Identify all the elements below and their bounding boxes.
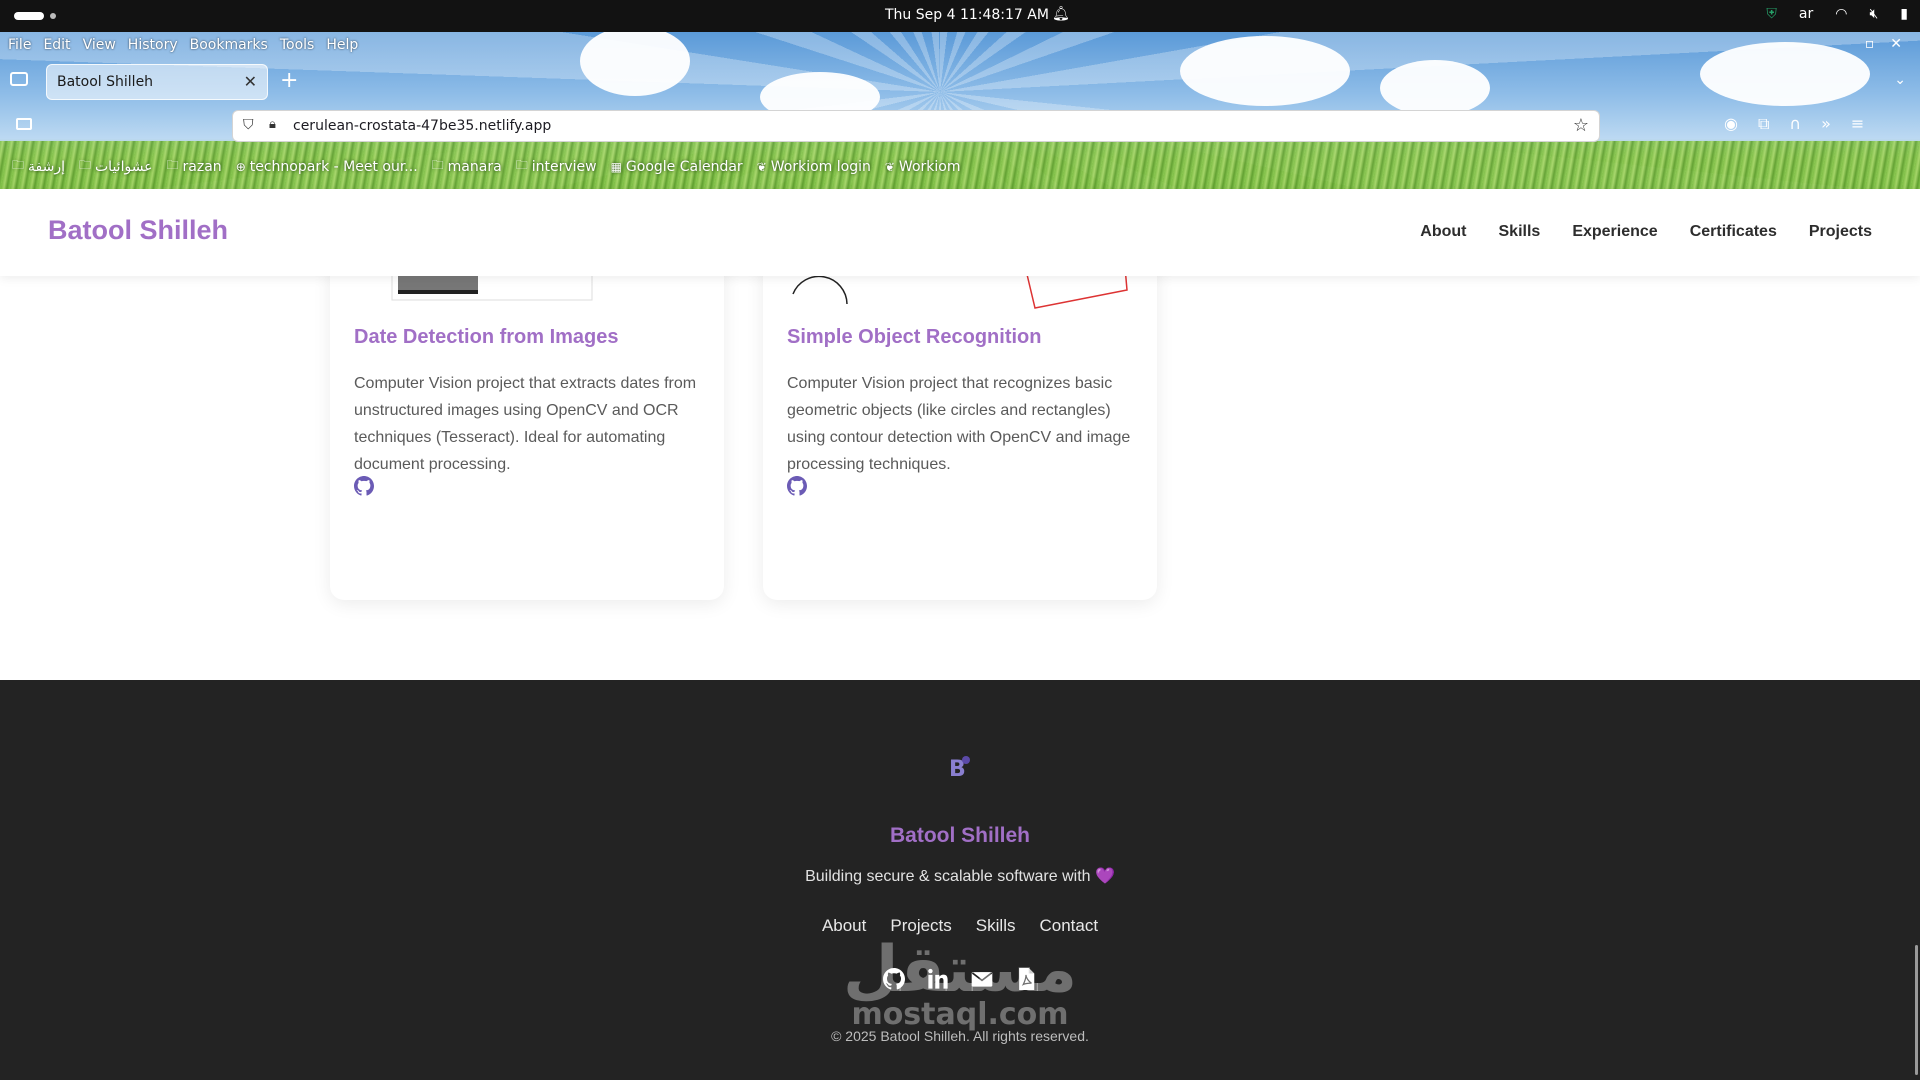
sync-account-icon[interactable]: ∩ <box>1789 114 1801 134</box>
keyboard-language[interactable]: ar <box>1799 6 1813 22</box>
projects-section: Date Detection from Images Computer Visi… <box>0 246 1920 680</box>
bookmark-link[interactable]: ⊕ technopark - Meet our... <box>236 156 418 177</box>
notification-bell-icon[interactable]: 🔔︎ <box>1052 6 1070 22</box>
site-header: Batool Shilleh About Skills Experience C… <box>0 189 1920 276</box>
menu-tools[interactable]: Tools <box>280 37 315 53</box>
nav-certificates[interactable]: Certificates <box>1690 223 1777 241</box>
bookmark-link[interactable]: ❦ Workiom <box>885 156 961 177</box>
site-brand[interactable]: Batool Shilleh <box>48 215 228 246</box>
workspace-dot <box>50 13 56 19</box>
watermark: مستقل mostaql.com <box>840 938 1080 1032</box>
close-window-icon[interactable]: ✕ <box>1890 36 1902 52</box>
bookmark-folder[interactable]: 🗀 إرشفة <box>12 156 65 177</box>
tab-overview-icon[interactable] <box>10 72 28 86</box>
tab-close-icon[interactable]: ✕ <box>244 72 257 91</box>
url-bar[interactable]: ⛉ 🔒︎ cerulean-crostata-47be35.netlify.ap… <box>232 110 1600 142</box>
tab-title: Batool Shilleh <box>57 74 154 90</box>
chevron-down-icon[interactable]: ⌄ <box>1894 72 1906 88</box>
security-shield-icon[interactable]: ⛨ <box>1766 6 1777 22</box>
watermark-arabic: مستقل <box>842 933 1078 1007</box>
wifi-icon[interactable]: ◠ <box>1835 6 1847 22</box>
site-nav: About Skills Experience Certificates Pro… <box>1420 223 1872 241</box>
url-text[interactable]: cerulean-crostata-47be35.netlify.app <box>293 118 551 134</box>
theme-cloud <box>1180 36 1350 106</box>
menu-history[interactable]: History <box>128 37 178 53</box>
sidebar-icon[interactable] <box>16 118 32 130</box>
volume-muted-icon[interactable]: 🔇︎ <box>1869 6 1878 22</box>
new-tab-icon[interactable]: + <box>280 68 298 93</box>
bookmark-label: Workiom <box>898 158 961 175</box>
bookmark-link[interactable]: ▦ Google Calendar <box>611 156 743 177</box>
project-card: Date Detection from Images Computer Visi… <box>330 246 724 600</box>
menu-bookmarks[interactable]: Bookmarks <box>190 37 268 53</box>
bookmark-star-icon[interactable]: ☆ <box>1573 115 1589 136</box>
system-clock[interactable]: Thu Sep 4 11:48:17 AM <box>885 7 1049 23</box>
navigation-toolbar: ⛉ 🔒︎ cerulean-crostata-47be35.netlify.ap… <box>0 104 1920 146</box>
page-scrollbar[interactable] <box>1915 945 1918 1075</box>
bookmark-label: إرشفة <box>28 158 65 175</box>
tracking-shield-icon[interactable]: ⛉ <box>243 117 254 133</box>
github-icon[interactable] <box>354 476 374 496</box>
nav-about[interactable]: About <box>1420 223 1466 241</box>
bookmark-label: manara <box>447 158 502 175</box>
bookmark-label: عشوائيات <box>95 158 153 175</box>
footer-name: Batool Shilleh <box>889 824 1030 847</box>
bookmark-label: Workiom login <box>770 158 871 175</box>
menu-help[interactable]: Help <box>326 37 358 53</box>
nav-skills[interactable]: Skills <box>1499 223 1541 241</box>
bookmark-link[interactable]: ❦ Workiom login <box>757 156 871 177</box>
tab-active[interactable]: Batool Shilleh ✕ <box>46 64 268 100</box>
bookmarks-toolbar: 🗀 إرشفة 🗀 عشوائيات 🗀 razan ⊕ technopark - Me… <box>12 156 960 177</box>
folder-icon: 🗀 <box>12 158 25 172</box>
bookmark-folder[interactable]: 🗀 عشوائيات <box>79 156 153 177</box>
bookmark-label: interview <box>531 158 597 175</box>
bookmark-folder[interactable]: 🗀 interview <box>516 156 597 177</box>
battery-icon[interactable]: ▮ <box>1900 6 1908 22</box>
workiom-icon: ❦ <box>884 159 895 174</box>
hamburger-menu-icon[interactable]: ≡ <box>1851 114 1864 134</box>
menu-view[interactable]: View <box>83 37 116 53</box>
menu-bar: File Edit View History Bookmarks Tools H… <box>8 37 358 53</box>
os-top-bar: Thu Sep 4 11:48:17 AM 🔔︎ ⛨ ar ◠ 🔇︎ ▮ <box>0 0 1920 32</box>
browser-chrome: File Edit View History Bookmarks Tools H… <box>0 32 1920 189</box>
maximize-icon[interactable]: ▫ <box>1865 36 1875 52</box>
extension-icon[interactable]: ◉ <box>1724 114 1738 134</box>
menu-file[interactable]: File <box>8 37 31 53</box>
bookmark-label: Google Calendar <box>625 158 743 175</box>
globe-icon: ⊕ <box>235 159 246 174</box>
toolbar-extensions: ◉ ⧉ ∩ » ≡ <box>1724 114 1864 134</box>
github-icon[interactable] <box>787 476 807 496</box>
nav-experience[interactable]: Experience <box>1572 223 1657 241</box>
overflow-chevrons-icon[interactable]: » <box>1821 114 1831 134</box>
project-description: Computer Vision project that extracts da… <box>354 375 697 473</box>
project-title[interactable]: Simple Object Recognition <box>787 326 1041 349</box>
project-description: Computer Vision project that recognizes … <box>787 375 1131 473</box>
extensions-puzzle-icon[interactable]: ⧉ <box>1758 114 1769 134</box>
watermark-latin: mostaql.com <box>851 997 1069 1032</box>
menu-edit[interactable]: Edit <box>43 37 70 53</box>
folder-icon: 🗀 <box>166 158 179 172</box>
theme-cloud <box>1700 42 1870 106</box>
system-tray[interactable]: ⛨ ar ◠ 🔇︎ ▮ <box>1766 6 1908 22</box>
bookmark-folder[interactable]: 🗀 manara <box>432 156 502 177</box>
bookmark-folder[interactable]: 🗀 razan <box>167 156 222 177</box>
footer-tagline: Building secure & scalable software with… <box>805 868 1115 885</box>
bookmark-label: technopark - Meet our... <box>249 158 418 175</box>
folder-icon: 🗀 <box>431 158 444 172</box>
activities-indicator[interactable] <box>14 12 44 20</box>
lock-icon[interactable]: 🔒︎ <box>269 117 276 132</box>
folder-icon: 🗀 <box>78 158 91 172</box>
project-card: Simple Object Recognition Computer Visio… <box>763 246 1157 600</box>
project-title[interactable]: Date Detection from Images <box>354 326 619 349</box>
window-controls: ▫ ✕ <box>1865 36 1902 52</box>
folder-icon: 🗀 <box>515 158 528 172</box>
footer-logo-icon[interactable]: B <box>946 750 974 786</box>
bookmark-label: razan <box>182 158 222 175</box>
calendar-icon: ▦ <box>610 159 622 174</box>
nav-projects[interactable]: Projects <box>1809 223 1872 241</box>
workiom-icon: ❦ <box>756 159 767 174</box>
